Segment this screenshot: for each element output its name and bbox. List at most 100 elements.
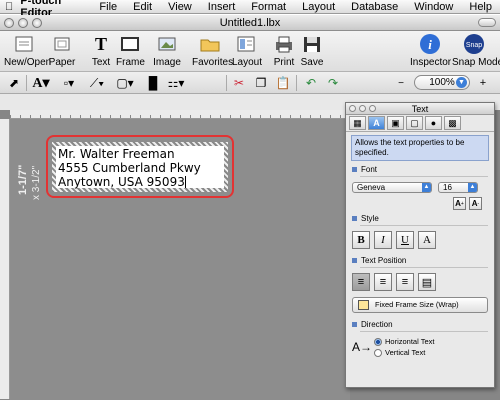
inspector-tabs: ▦ A ▣ ▢ ● ▩ [346, 115, 494, 132]
toolbar-toggle-button[interactable] [478, 18, 496, 27]
svg-text:i: i [428, 37, 432, 52]
layout-icon [234, 33, 258, 55]
vertical-ruler [0, 119, 10, 399]
svg-text:Snap: Snap [466, 42, 482, 49]
label-line-3: Anytown, USA 95093 [58, 175, 185, 189]
close-window-button[interactable] [4, 18, 14, 28]
font-size-select[interactable]: 16 ▲ [438, 182, 478, 193]
label-text-box[interactable]: Mr. Walter Freeman 4555 Cumberland Pkwy … [58, 147, 224, 189]
inspector-button[interactable]: i Inspector [410, 33, 452, 68]
zoom-value: 100% [429, 77, 455, 88]
snap-mode-button[interactable]: Snap Snap Mode [452, 33, 500, 68]
horizontal-text-option[interactable]: Horizontal Text [374, 336, 434, 347]
inspector-label: Inspector [410, 57, 452, 68]
menu-file[interactable]: File [91, 1, 125, 13]
zoom-in-icon[interactable]: + [476, 75, 490, 91]
minimize-window-button[interactable] [18, 18, 28, 28]
menu-view[interactable]: View [160, 1, 200, 13]
align-justify-icon[interactable]: ▤ [418, 273, 436, 291]
layout-label: Layout [232, 57, 263, 68]
vertical-text-label: Vertical Text [385, 348, 426, 357]
tab-color-icon[interactable]: ● [425, 116, 442, 130]
zoom-select[interactable]: 100% ▼ [414, 75, 470, 90]
rectangle-tool-icon[interactable]: ▫▾ [58, 75, 80, 91]
shape-tool-icon[interactable]: ▢▾ [114, 75, 136, 91]
tab-layout-icon[interactable]: ▦ [349, 116, 366, 130]
inspector-title: Text [411, 104, 429, 114]
horizontal-text-radio[interactable] [374, 337, 382, 346]
outline-style-button[interactable]: A [418, 231, 436, 249]
menu-edit[interactable]: Edit [125, 1, 160, 13]
menu-window[interactable]: Window [406, 1, 461, 13]
paper-label: Paper [48, 57, 76, 68]
font-section-title: Font [352, 165, 488, 174]
underline-button[interactable]: U [396, 231, 414, 249]
italic-button[interactable]: I [374, 231, 392, 249]
window-titlebar: Untitled1.lbx [0, 15, 500, 31]
layout-button[interactable]: Layout [232, 33, 263, 68]
new-open-icon [12, 33, 36, 55]
font-name-value: Geneva [357, 183, 386, 192]
text-button[interactable]: T Text [88, 33, 114, 69]
menu-format[interactable]: Format [243, 1, 294, 13]
menu-insert[interactable]: Insert [200, 1, 244, 13]
fixed-frame-size-button[interactable]: Fixed Frame Size (Wrap) [352, 297, 488, 313]
line-tool-icon[interactable]: ⟋▾ [86, 75, 108, 91]
image-button[interactable]: Image [152, 33, 182, 68]
text-caret [184, 176, 186, 188]
text-tool-icon[interactable]: A▾ [30, 75, 52, 91]
menu-bar:  P-touch Editor File Edit View Insert F… [0, 0, 500, 19]
folder-icon [198, 33, 222, 55]
zoom-out-icon[interactable]: − [394, 75, 408, 91]
decrease-font-size-button[interactable]: A- [469, 197, 482, 210]
new-open-button[interactable]: New/Open [4, 33, 51, 68]
tab-image-icon[interactable]: ▣ [387, 116, 404, 130]
snap-icon: Snap [462, 33, 486, 55]
frame-label: Frame [116, 57, 145, 68]
redo-icon[interactable]: ↷ [324, 75, 342, 91]
print-button[interactable]: Print [272, 33, 296, 68]
symbol-icon[interactable]: ⚏▾ [164, 75, 188, 91]
paste-icon[interactable]: 📋 [274, 75, 292, 91]
vertical-text-radio[interactable] [374, 348, 382, 357]
align-left-icon[interactable]: ≡ [352, 273, 370, 291]
image-icon [155, 33, 179, 55]
inspector-zoom-button[interactable] [369, 105, 376, 112]
zoom-window-button[interactable] [32, 18, 42, 28]
horizontal-text-label: Horizontal Text [385, 337, 435, 346]
label-line-2: 4555 Cumberland Pkwy [58, 161, 201, 175]
direction-section-title: Direction [352, 320, 488, 329]
vertical-text-option[interactable]: Vertical Text [374, 347, 434, 358]
save-label: Save [300, 57, 324, 68]
save-button[interactable]: Save [300, 33, 324, 68]
font-name-select[interactable]: Geneva ▲ [352, 182, 432, 193]
menu-help[interactable]: Help [461, 1, 500, 13]
increase-font-size-button[interactable]: A + [453, 197, 466, 210]
inspector-minimize-button[interactable] [359, 105, 366, 112]
cut-icon[interactable]: ✂ [230, 75, 248, 91]
frame-button[interactable]: Frame [116, 33, 145, 68]
paper-button[interactable]: Paper [48, 33, 76, 68]
undo-icon[interactable]: ↶ [302, 75, 320, 91]
favorites-button[interactable]: Favorites [192, 33, 234, 68]
pointer-tool-icon[interactable]: ⬈ [6, 75, 22, 91]
inspector-help-text: Allows the text properties to be specifi… [351, 135, 489, 161]
favorites-label: Favorites [192, 57, 234, 68]
apple-menu-icon[interactable]:  [0, 1, 18, 13]
horizontal-ruler [10, 110, 350, 119]
copy-icon[interactable]: ❐ [252, 75, 270, 91]
inspector-close-button[interactable] [349, 105, 356, 112]
frame-icon [118, 33, 142, 55]
chevron-down-icon: ▲ [468, 183, 477, 192]
barcode-icon[interactable]: ▐▌ [144, 75, 162, 91]
tab-database-icon[interactable]: ▩ [444, 116, 461, 130]
text-position-section-title: Text Position [352, 256, 488, 265]
menu-layout[interactable]: Layout [294, 1, 343, 13]
tab-text-icon[interactable]: A [368, 116, 385, 130]
print-label: Print [273, 57, 295, 68]
align-center-icon[interactable]: ≡ [374, 273, 392, 291]
tab-frame-icon[interactable]: ▢ [406, 116, 423, 130]
menu-database[interactable]: Database [343, 1, 406, 13]
align-right-icon[interactable]: ≡ [396, 273, 414, 291]
bold-button[interactable]: B [352, 231, 370, 249]
